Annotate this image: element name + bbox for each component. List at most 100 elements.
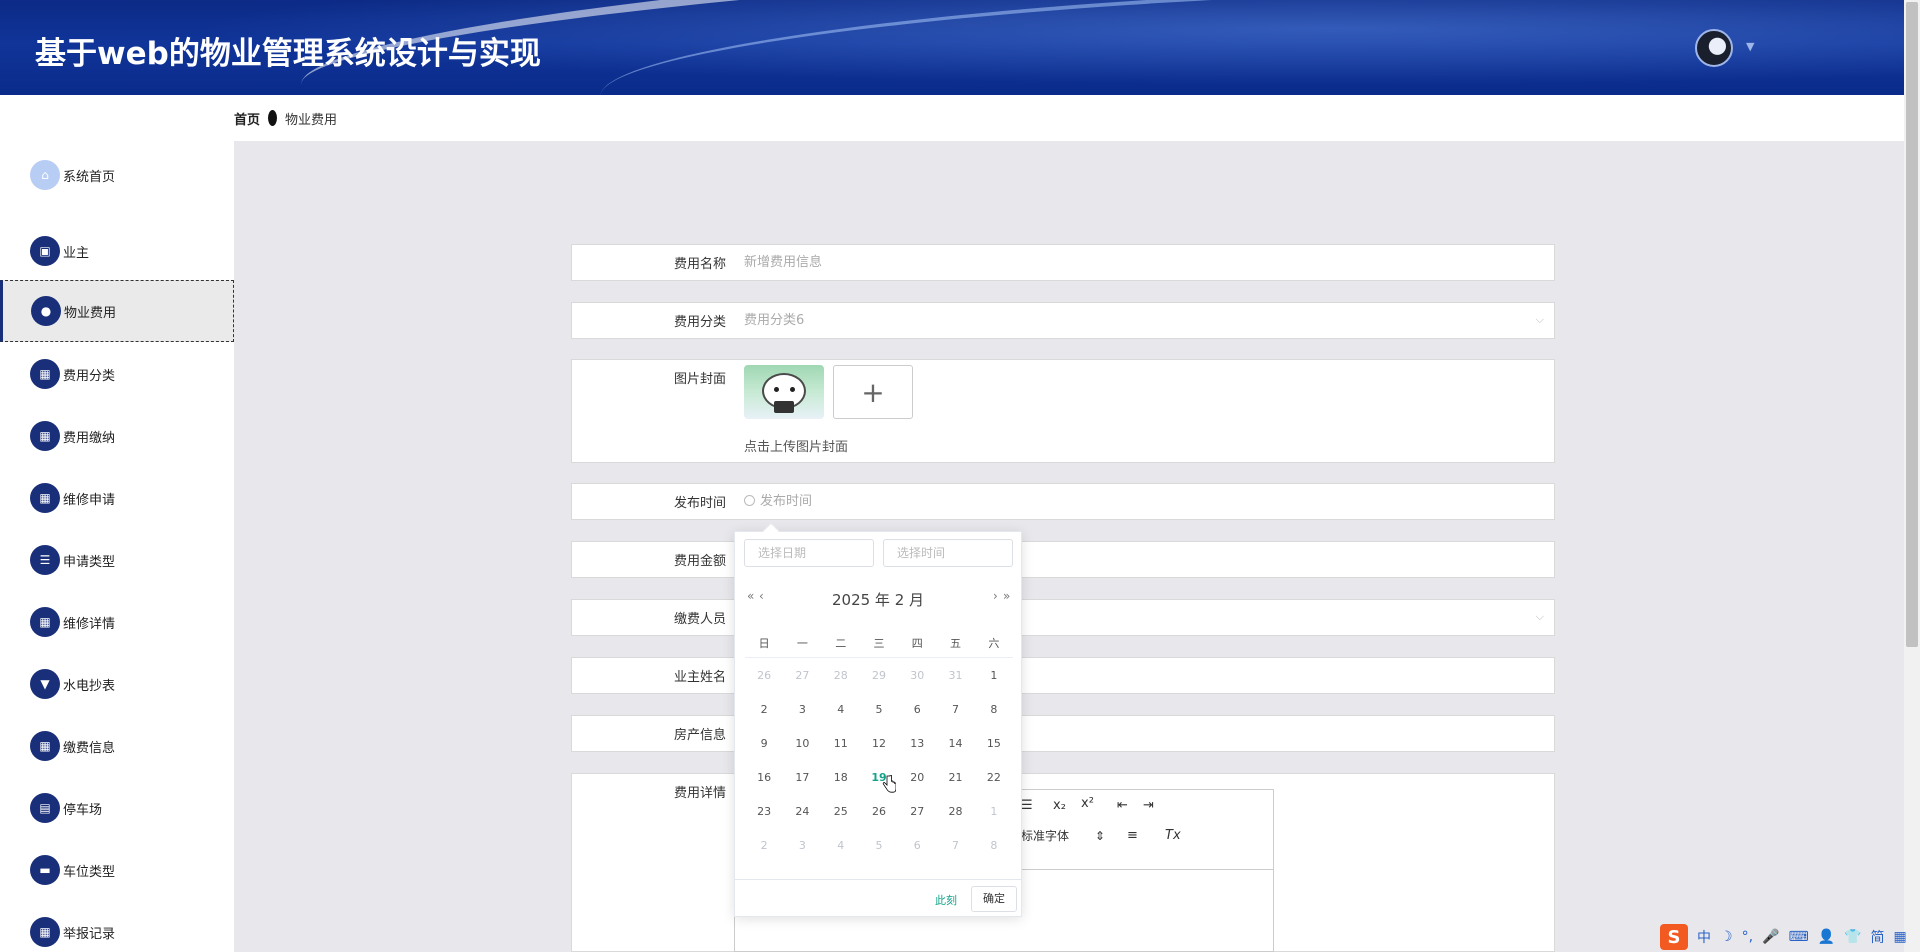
sidebar-item-meter-reading[interactable]: ▼ 水电抄表 [0,653,234,715]
date-cell[interactable]: 28 [822,669,860,682]
date-cell[interactable]: 31 [936,669,974,682]
date-cell[interactable]: 6 [898,839,936,852]
indent-icon[interactable]: ⇥ [1143,798,1154,813]
breadcrumb-home[interactable]: 首页 [234,109,260,128]
sidebar-item-owner[interactable]: ▣ 业主 [0,220,234,282]
list-icon[interactable]: ☰ [1021,798,1033,813]
date-cell[interactable]: 12 [860,737,898,750]
form-row-publish-time: 发布时间 发布时间 [571,483,1555,520]
date-cell[interactable]: 25 [822,805,860,818]
keyboard-icon[interactable]: ⌨ [1788,929,1808,945]
date-cell[interactable]: 6 [898,703,936,716]
date-cell[interactable]: 4 [822,703,860,716]
date-cell[interactable]: 5 [860,839,898,852]
sidebar-item-fee-payment[interactable]: ▦ 费用缴纳 [0,405,234,467]
date-cell[interactable]: 20 [898,771,936,784]
chinese-mode-icon[interactable]: 中 [1697,927,1711,947]
date-cell[interactable]: 2 [745,839,783,852]
align-icon[interactable]: ≡ [1127,828,1138,843]
sidebar-item-home[interactable]: ⌂ 系统首页 [0,144,234,206]
cover-thumbnail[interactable] [744,365,824,419]
sidebar-item-label: 物业费用 [64,305,117,321]
date-cell[interactable]: 27 [783,669,821,682]
date-cell[interactable]: 7 [936,839,974,852]
breadcrumb: 首页 物业费用 [234,95,337,141]
microphone-icon[interactable]: 🎤 [1762,929,1779,945]
weekday: 四 [911,636,923,650]
date-cell[interactable]: 2 [745,703,783,716]
superscript-icon[interactable]: x² [1081,796,1094,811]
date-cell[interactable]: 11 [822,737,860,750]
sidebar-item-space-type[interactable]: ▬ 车位类型 [0,839,234,901]
upload-button[interactable]: + [833,365,913,419]
next-year-icon[interactable]: » [1003,589,1010,603]
date-input[interactable]: 选择日期 [744,539,874,567]
date-cell[interactable]: 15 [975,737,1013,750]
date-cell[interactable]: 5 [860,703,898,716]
subscript-icon[interactable]: x₂ [1053,798,1066,813]
date-cell[interactable]: 8 [975,839,1013,852]
sidebar-item-report-record[interactable]: ▦ 举报记录 [0,901,234,952]
date-cell[interactable]: 16 [745,771,783,784]
sidebar-item-label: 水电抄表 [63,678,116,694]
outdent-icon[interactable]: ⇤ [1117,798,1128,813]
punctuation-icon[interactable]: °, [1742,929,1753,945]
font-select[interactable]: 标准字体 ⇕ [1021,827,1105,844]
sidebar-item-property-fee[interactable]: ● 物业费用 [0,280,234,342]
date-cell[interactable]: 22 [975,771,1013,784]
skin-icon[interactable]: 👕 [1844,929,1861,945]
prev-year-icon[interactable]: « [747,589,754,603]
confirm-button[interactable]: 确定 [971,886,1017,912]
date-cell[interactable]: 10 [783,737,821,750]
date-cell[interactable]: 23 [745,805,783,818]
date-cell[interactable]: 9 [745,737,783,750]
fee-name-input[interactable]: 新增费用信息 [744,245,822,281]
moon-icon[interactable]: ☽ [1720,929,1733,945]
date-cell[interactable]: 28 [936,805,974,818]
now-button[interactable]: 此刻 [935,892,957,908]
date-cell[interactable]: 4 [822,839,860,852]
fee-detail-label: 费用详情 [673,786,726,801]
simplified-icon[interactable]: 简 [1871,927,1885,947]
date-cell[interactable]: 29 [860,669,898,682]
chevron-down-icon[interactable]: ⌵ [1536,313,1544,327]
date-cell[interactable]: 1 [975,805,1013,818]
sidebar-item-request-type[interactable]: ☰ 申请类型 [0,529,234,591]
user-icon[interactable]: 👤 [1818,929,1835,945]
date-cell[interactable]: 18 [822,771,860,784]
date-cell[interactable]: 7 [936,703,974,716]
user-avatar[interactable] [1695,29,1733,67]
sidebar-item-repair-request[interactable]: ▦ 维修申请 [0,467,234,529]
date-cell[interactable]: 21 [936,771,974,784]
owner-name-label: 业主姓名 [673,670,726,685]
next-month-icon[interactable]: › [993,589,998,603]
clear-format-icon[interactable]: Tx [1165,828,1181,843]
sogou-logo-icon[interactable]: S [1660,924,1688,950]
prev-month-icon[interactable]: ‹ [759,589,764,603]
date-cell[interactable]: 14 [936,737,974,750]
time-input[interactable]: 选择时间 [883,539,1013,567]
publish-time-input[interactable]: 发布时间 [744,484,812,520]
stamp-icon: ▼ [30,669,60,699]
caret-down-icon[interactable]: ▼ [1746,40,1754,53]
sidebar-item-parking[interactable]: ▤ 停车场 [0,777,234,839]
sidebar-item-repair-detail[interactable]: ▦ 维修详情 [0,591,234,653]
date-cell[interactable]: 8 [975,703,1013,716]
date-cell[interactable]: 3 [783,703,821,716]
date-cell[interactable]: 13 [898,737,936,750]
sidebar-item-fee-category[interactable]: ▦ 费用分类 [0,343,234,405]
chevron-down-icon[interactable]: ⌵ [1536,610,1544,624]
date-cell[interactable]: 26 [860,805,898,818]
date-cell[interactable]: 27 [898,805,936,818]
week-row: 2 3 4 5 6 7 8 [745,828,1013,862]
sidebar-item-payment-info[interactable]: ▦ 缴费信息 [0,715,234,777]
menu-grid-icon[interactable]: ▦ [1894,929,1907,945]
date-cell[interactable]: 30 [898,669,936,682]
fee-category-select[interactable]: 费用分类6 [744,303,804,339]
scrollbar-thumb[interactable] [1906,2,1918,647]
date-cell[interactable]: 26 [745,669,783,682]
date-cell[interactable]: 17 [783,771,821,784]
date-cell[interactable]: 24 [783,805,821,818]
date-cell[interactable]: 3 [783,839,821,852]
date-cell[interactable]: 1 [975,669,1013,682]
